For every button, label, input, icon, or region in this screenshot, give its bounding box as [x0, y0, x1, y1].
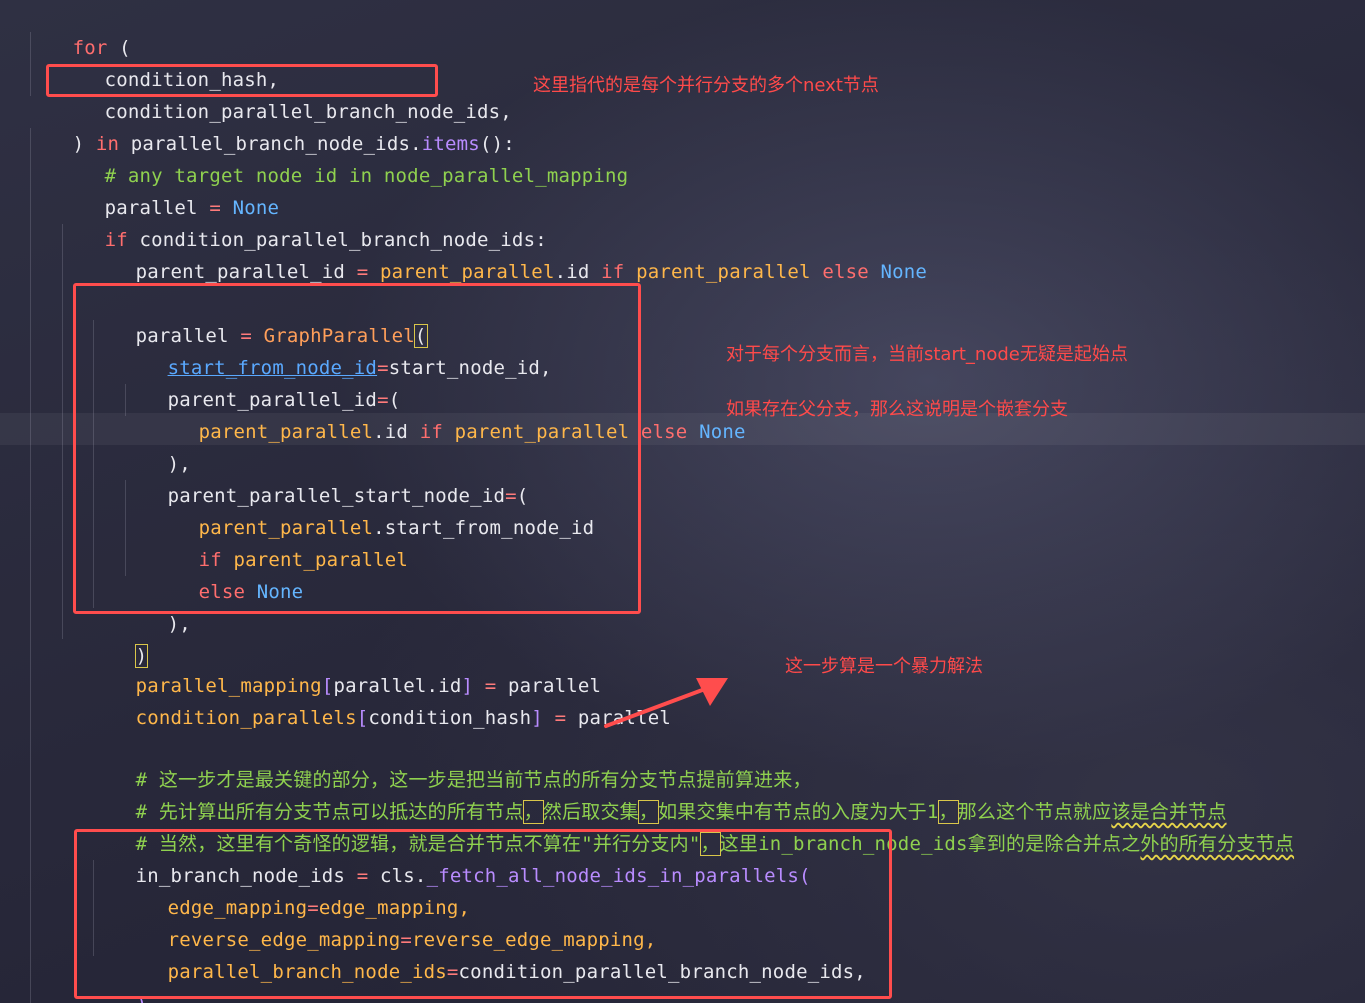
code-line-26[interactable]: # 当然，这里有个奇怪的逻辑，就是合并节点不算在"并行分支内"，这里in_bra…: [89, 796, 1294, 856]
variable-parent-parallel: parent_parallel: [380, 261, 555, 283]
code-line-24[interactable]: # 这一步才是最关键的部分，这一步是把当前节点的所有分支节点提前算进来，: [89, 732, 812, 791]
open-bracket: [: [356, 707, 369, 729]
subscript-key: condition_hash: [368, 707, 532, 729]
code-line-25[interactable]: # 先计算出所有分支节点可以抵达的所有节点，然后取交集，如果交集中有节点的入度为…: [89, 764, 1227, 824]
keyword-else: else: [822, 261, 869, 283]
operator-assign: =: [554, 707, 567, 729]
code-line-2[interactable]: condition_hash,: [58, 32, 279, 91]
annotation-note-nested-branch: 如果存在父分支，那么这说明是个嵌套分支: [726, 399, 1068, 420]
close-paren: ),: [167, 613, 191, 635]
code-line-7[interactable]: if condition_parallel_branch_node_ids:: [58, 192, 547, 251]
close-bracket: ]: [531, 707, 543, 729]
code-line-4[interactable]: ) in parallel_branch_node_ids.items():: [26, 96, 515, 155]
annotation-box-graph-parallel: [73, 283, 641, 614]
constant-none: None: [880, 261, 928, 283]
code-line-5[interactable]: # any target node id in node_parallel_ma…: [58, 128, 629, 187]
annotation-note-start-node: 对于每个分支而言，当前start_node无疑是起始点: [726, 344, 1128, 365]
code-editor[interactable]: for ( condition_hash, condition_parallel…: [0, 0, 1365, 1003]
indent-guide: [30, 128, 31, 1003]
variable-parent-parallel-id: parent_parallel_id: [135, 261, 346, 283]
code-line-21[interactable]: parallel_mapping[parallel.id] = parallel: [89, 638, 601, 697]
keyword-else: else: [640, 421, 688, 443]
code-line-8[interactable]: parent_parallel_id = parent_parallel.id …: [89, 224, 927, 283]
keyword-if: if: [601, 261, 625, 283]
code-line-6[interactable]: parallel = None: [58, 160, 279, 219]
comment-spellcheck-warning: 外的所有分支节点: [1140, 833, 1295, 855]
constant-none: None: [699, 421, 746, 443]
variable-parent-parallel: parent_parallel: [636, 261, 811, 283]
variable-condition-parallels: condition_parallels: [135, 707, 357, 729]
annotation-box-fetch-node-ids: [74, 829, 892, 999]
code-line-22[interactable]: condition_parallels[condition_hash] = pa…: [89, 670, 671, 729]
code-line-1[interactable]: for (: [26, 0, 131, 59]
annotation-note-next-nodes: 这里指代的是每个并行分支的多个next节点: [533, 75, 879, 96]
annotation-note-brute-force: 这一步算是一个暴力解法: [785, 656, 983, 677]
attribute-id: .id: [554, 261, 590, 283]
annotation-box-branch-ids: [46, 64, 438, 97]
operator-assign: =: [356, 261, 369, 283]
annotation-arrow-icon: [604, 678, 728, 728]
